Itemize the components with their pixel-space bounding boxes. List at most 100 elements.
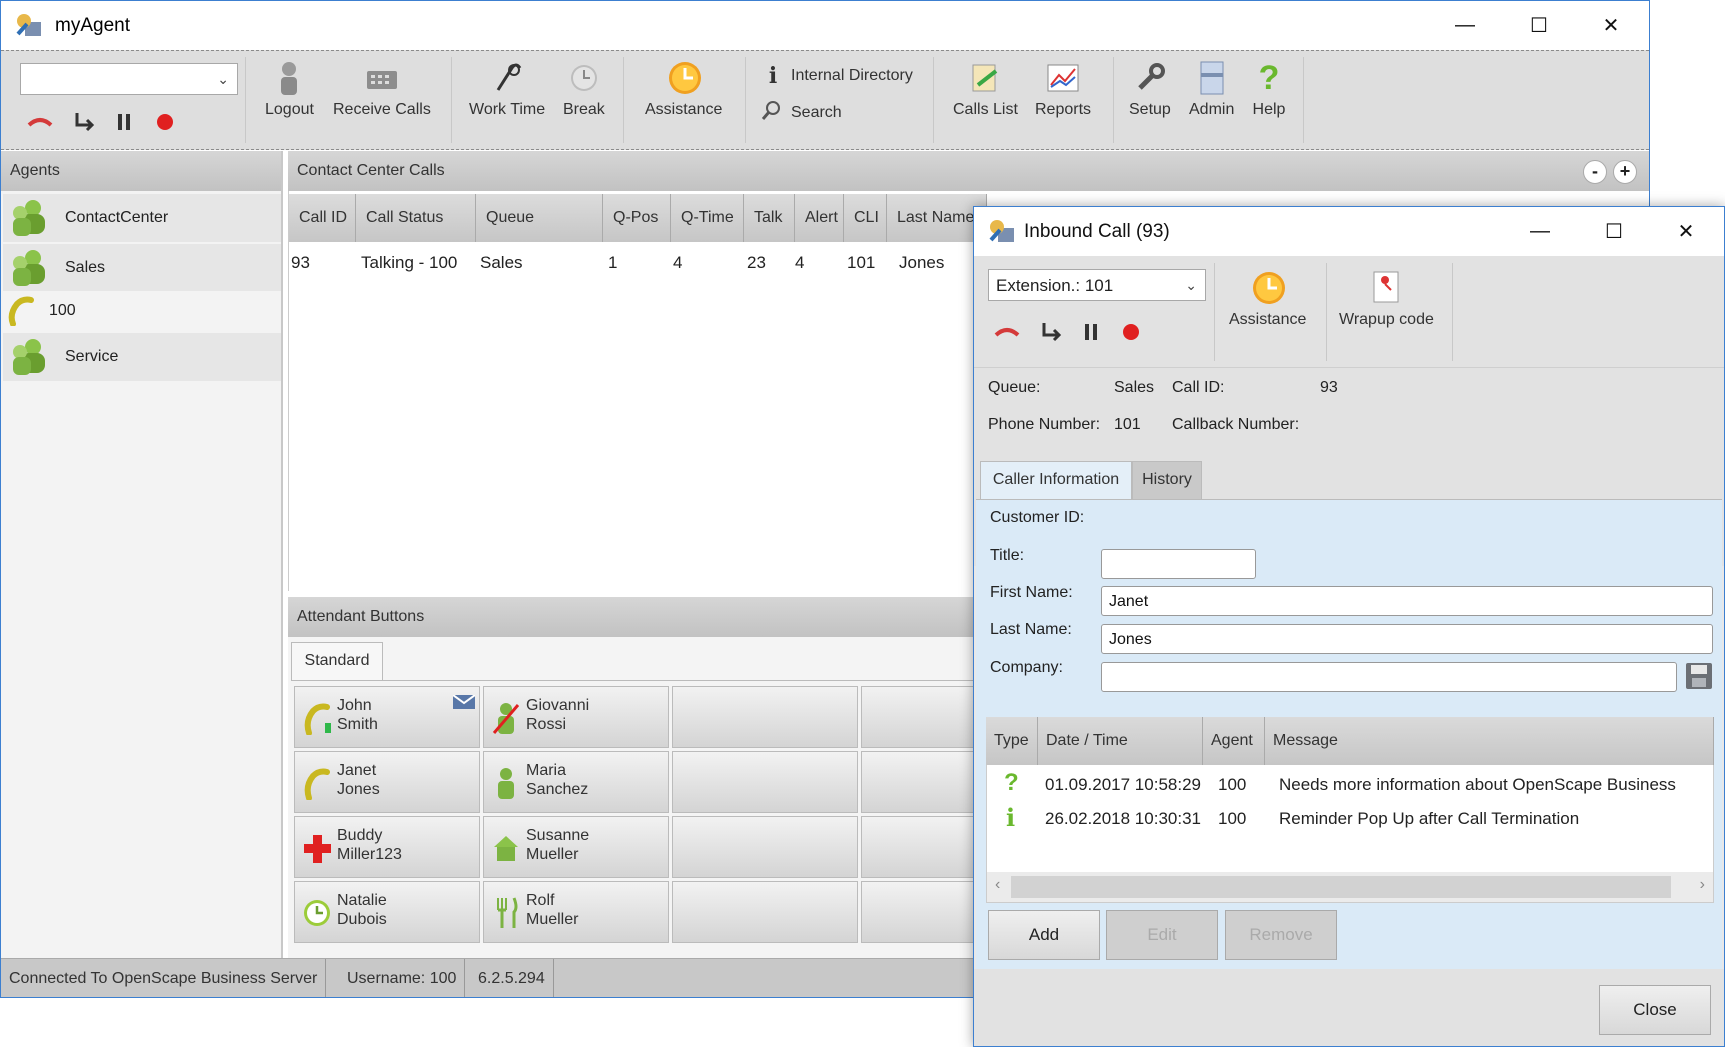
collapse-button[interactable]: - — [1583, 160, 1607, 184]
agent-100[interactable]: 100 — [3, 291, 281, 331]
agents-panel-title: Agents — [1, 151, 281, 191]
person-dnd-icon — [492, 701, 520, 735]
column-header[interactable]: Q-Time — [671, 194, 744, 242]
hold-icon[interactable] — [1084, 322, 1098, 348]
hangup-icon[interactable] — [27, 113, 53, 135]
assistance-button[interactable]: Assistance — [645, 59, 722, 119]
column-header[interactable]: Q-Pos — [603, 194, 671, 242]
tab-standard[interactable]: Standard — [291, 642, 383, 680]
break-button[interactable]: Break — [563, 59, 605, 119]
first-name-field[interactable]: Janet — [1101, 586, 1713, 616]
dialog-close-x-button[interactable]: ✕ — [1650, 207, 1722, 256]
attendant-button-buddy-miller123[interactable]: Buddy Miller123 — [294, 816, 480, 878]
wrapup-note-icon — [1369, 269, 1403, 307]
add-button[interactable]: Add — [988, 910, 1100, 960]
attendant-button-empty[interactable] — [672, 816, 858, 878]
wrapup-code-button[interactable]: Wrapup code — [1339, 269, 1434, 329]
dialog-assistance-button[interactable]: Assistance — [1229, 269, 1306, 329]
admin-button[interactable]: Admin — [1189, 59, 1234, 119]
column-header[interactable]: Call ID — [289, 194, 356, 242]
attendant-button-janet-jones[interactable]: Janet Jones — [294, 751, 480, 813]
assistance-label: Assistance — [645, 101, 723, 118]
search-button[interactable]: Search — [761, 99, 842, 126]
internal-directory-button[interactable]: i Internal Directory — [763, 63, 913, 89]
close-button[interactable]: ✕ — [1575, 1, 1647, 50]
attendant-button-john-smith[interactable]: John Smith — [294, 686, 480, 748]
toolbar-separator — [1452, 263, 1453, 361]
receive-calls-button[interactable]: Receive Calls — [333, 59, 431, 119]
attendant-name-last: Jones — [337, 781, 380, 798]
message-datetime: 26.02.2018 10:30:31 — [1045, 809, 1201, 828]
header-divider — [974, 367, 1724, 368]
help-button[interactable]: ? Help — [1252, 59, 1286, 119]
horizontal-scrollbar[interactable]: ‹ › — [987, 872, 1713, 902]
agent-group-sales[interactable]: Sales — [3, 244, 281, 292]
edit-button[interactable]: Edit — [1106, 910, 1218, 960]
column-header[interactable]: Alert — [795, 194, 844, 242]
logout-button[interactable]: Logout — [265, 59, 314, 119]
hold-icon[interactable] — [117, 112, 131, 138]
close-button[interactable]: Close — [1599, 985, 1711, 1035]
column-header[interactable]: Message — [1265, 717, 1714, 765]
attendant-button-giovanni-rossi[interactable]: Giovanni Rossi — [483, 686, 669, 748]
attendant-button-maria-sanchez[interactable]: Maria Sanchez — [483, 751, 669, 813]
column-header[interactable]: Last Name — [887, 194, 987, 242]
assistance-clock-icon — [667, 59, 701, 97]
attendant-button-empty[interactable] — [672, 686, 858, 748]
agent-group-service[interactable]: Service — [3, 333, 281, 381]
title-label: Title: — [990, 547, 1025, 564]
extension-combo[interactable]: Extension.: 101 ⌄ — [988, 269, 1206, 301]
last-name-field[interactable]: Jones — [1101, 624, 1713, 654]
search-label: Search — [791, 103, 842, 121]
callback-number-label: Callback Number: — [1172, 416, 1300, 433]
title-field[interactable] — [1101, 549, 1256, 579]
tab-caller-information[interactable]: Caller Information — [980, 461, 1132, 499]
column-header[interactable]: Talk — [744, 194, 795, 242]
wrapup-code-label: Wrapup code — [1339, 311, 1434, 328]
attendant-button-susanne-mueller[interactable]: Susanne Mueller — [483, 816, 669, 878]
save-disk-icon[interactable] — [1685, 662, 1713, 690]
setup-button[interactable]: Setup — [1129, 59, 1171, 119]
minimize-button[interactable]: — — [1429, 1, 1501, 50]
dialog-maximize-button[interactable]: ☐ — [1578, 207, 1650, 256]
message-datetime: 01.09.2017 10:58:29 — [1045, 775, 1201, 794]
last-name-label: Last Name: — [990, 621, 1072, 638]
agent-combo[interactable]: ⌄ — [20, 63, 238, 95]
chevron-right-icon[interactable]: › — [1700, 876, 1705, 894]
scrollbar-thumb[interactable] — [1011, 876, 1671, 898]
calls-list-icon — [968, 59, 1002, 97]
column-header[interactable]: CLI — [844, 194, 887, 242]
tab-history[interactable]: History — [1132, 461, 1202, 499]
column-header[interactable]: Call Status — [356, 194, 476, 242]
transfer-icon[interactable] — [1040, 321, 1062, 349]
attendant-button-natalie-dubois[interactable]: Natalie Dubois — [294, 881, 480, 943]
attendant-name-first: Maria — [526, 762, 567, 779]
agent-group-label: Sales — [65, 259, 106, 276]
assistance-label: Assistance — [1229, 311, 1307, 328]
reports-button[interactable]: Reports — [1035, 59, 1091, 119]
chevron-left-icon[interactable]: ‹ — [995, 876, 1000, 894]
attendant-button-empty[interactable] — [672, 881, 858, 943]
headset-icon — [490, 59, 524, 97]
company-field[interactable] — [1101, 662, 1677, 692]
transfer-icon[interactable] — [73, 111, 95, 139]
agents-group-icon — [13, 250, 45, 286]
attendant-button-empty[interactable] — [672, 751, 858, 813]
column-header[interactable]: Date / Time — [1038, 717, 1203, 765]
hangup-icon[interactable] — [994, 323, 1020, 345]
column-header[interactable]: Agent — [1203, 717, 1265, 765]
column-header[interactable]: Type — [986, 717, 1038, 765]
record-icon[interactable] — [156, 113, 174, 137]
maximize-button[interactable]: ☐ — [1503, 1, 1575, 50]
remove-button[interactable]: Remove — [1225, 910, 1337, 960]
agent-group-contactcenter[interactable]: ContactCenter — [3, 194, 281, 242]
work-time-button[interactable]: Work Time — [469, 59, 545, 119]
dialog-minimize-button[interactable]: — — [1504, 207, 1576, 256]
calls-list-button[interactable]: Calls List — [953, 59, 1018, 119]
attendant-name-last: Sanchez — [526, 781, 589, 798]
expand-button[interactable]: + — [1613, 160, 1637, 184]
attendant-button-rolf-mueller[interactable]: Rolf Mueller — [483, 881, 669, 943]
record-icon[interactable] — [1122, 323, 1140, 347]
column-header[interactable]: Queue — [476, 194, 603, 242]
attendant-name-first: Buddy — [337, 827, 383, 844]
